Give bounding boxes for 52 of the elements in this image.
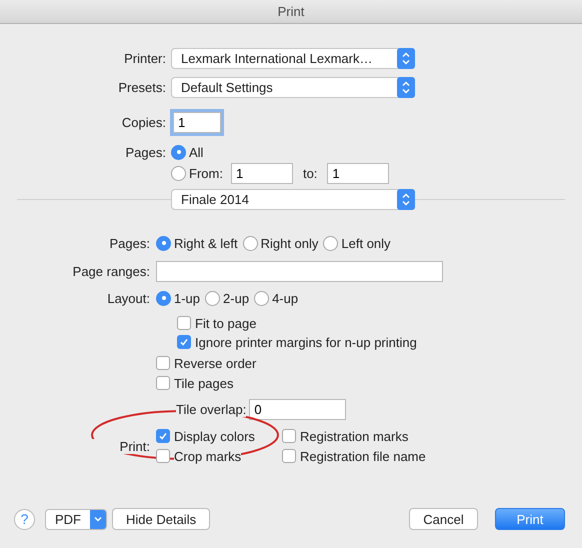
radio-button[interactable] [323, 236, 338, 250]
checkbox-label[interactable]: Tile pages [174, 376, 234, 390]
checkbox-label[interactable]: Crop marks [174, 448, 242, 464]
stepper-icon [397, 189, 415, 210]
option-label[interactable]: Right only [260, 236, 318, 250]
presets-dropdown[interactable]: Default Settings [171, 77, 415, 98]
check-icon [178, 336, 190, 348]
radio-button[interactable] [242, 236, 258, 250]
checkbox[interactable] [282, 449, 296, 463]
checkbox-label[interactable]: Ignore printer margins for n-up printing [195, 334, 417, 350]
check-icon [157, 430, 169, 442]
section-dropdown[interactable]: Finale 2014 [171, 189, 415, 210]
field-label: to: [302, 166, 318, 180]
option-label[interactable]: 2-up [223, 290, 250, 306]
radio-button[interactable] [171, 166, 186, 180]
checkbox-label[interactable]: Display colors [174, 428, 255, 444]
option-label[interactable]: 1-up [174, 290, 200, 306]
pdf-menu-button[interactable]: PDF [45, 508, 107, 530]
radio-button[interactable] [205, 290, 220, 306]
checkbox[interactable] [177, 335, 191, 349]
option-label[interactable]: Left only [341, 236, 391, 250]
radio-button[interactable] [156, 290, 171, 306]
from-field[interactable]: 1 [230, 162, 293, 184]
checkbox-label[interactable]: Reverse order [174, 356, 256, 370]
radio-button[interactable] [254, 290, 270, 306]
page-ranges-field[interactable] [156, 261, 443, 282]
cancel-button[interactable]: Cancel [409, 508, 478, 530]
checkbox[interactable] [177, 316, 191, 330]
option-label[interactable]: All [189, 144, 204, 160]
radio-button[interactable] [171, 144, 186, 160]
checkbox[interactable] [156, 449, 170, 463]
window-title: Print [278, 4, 304, 19]
checkbox-label[interactable]: Fit to page [195, 316, 256, 330]
caret-icon [90, 510, 106, 528]
copies-field[interactable]: 1 [173, 112, 221, 133]
radio-button[interactable] [156, 236, 171, 250]
printer-dropdown[interactable]: Lexmark International Lexmark… [171, 48, 415, 69]
checkbox-label[interactable]: Registration file name [300, 448, 426, 464]
stepper-icon [397, 48, 415, 69]
stepper-icon [397, 77, 415, 98]
checkbox[interactable] [156, 429, 170, 443]
option-label[interactable]: Right & left [174, 236, 238, 250]
hide-details-button[interactable]: Hide Details [112, 508, 210, 530]
tile-overlap-field[interactable]: 0 [249, 399, 346, 420]
option-label[interactable]: From: [189, 166, 223, 180]
checkbox[interactable] [156, 376, 170, 390]
checkbox[interactable] [282, 429, 296, 443]
checkbox-label[interactable]: Registration marks [300, 428, 408, 444]
checkbox[interactable] [156, 356, 170, 370]
option-label[interactable]: 4-up [272, 290, 298, 306]
to-field[interactable]: 1 [327, 162, 390, 184]
field-label: Tile overlap: [176, 402, 246, 417]
